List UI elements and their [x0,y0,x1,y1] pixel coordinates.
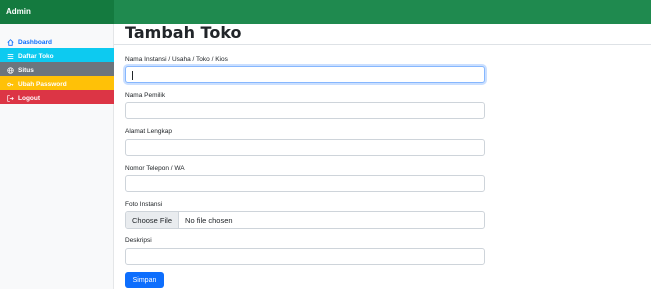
brand-label[interactable]: Admin [0,0,114,24]
sidebar-item-label: Logout [18,95,41,102]
globe-icon [7,67,14,74]
sidebar-item-daftar-toko[interactable]: Daftar Toko [0,48,114,62]
foto-label: Foto Instansi [125,201,163,208]
sidebar-item-label: Situs [18,67,34,74]
file-status-text: No file chosen [185,215,233,225]
sidebar-item-ubah-password[interactable]: Ubah Password [0,76,114,90]
deskripsi-input[interactable] [125,248,485,265]
alamat-input[interactable] [125,139,485,156]
top-navbar: Admin [0,0,651,24]
key-icon [7,81,14,88]
page-header: Tambah Toko [114,23,651,45]
sidebar-item-logout[interactable]: Logout [0,90,114,104]
telepon-input[interactable] [125,175,485,192]
list-icon [7,53,14,60]
logout-icon [7,95,14,102]
home-icon [7,39,14,46]
choose-file-button[interactable]: Choose File [126,212,180,228]
alamat-label: Alamat Lengkap [125,128,172,135]
sidebar-item-label: Ubah Password [18,81,67,88]
main-content: Tambah Toko Nama Instansi / Usaha / Toko… [114,23,651,289]
sidebar-item-label: Dashboard [18,39,52,46]
sidebar: Dashboard Daftar Toko Situs Ubah Passwor… [0,24,114,289]
sidebar-item-label: Daftar Toko [18,53,54,60]
nama-pemilik-label: Nama Pemilik [125,92,166,99]
sidebar-item-dashboard[interactable]: Dashboard [0,34,114,48]
nama-instansi-label: Nama Instansi / Usaha / Toko / Kios [125,56,228,63]
deskripsi-label: Deskripsi [125,237,152,244]
app-window: Admin Dashboard Daftar Toko Situs Ubah P… [0,0,651,289]
foto-file-input[interactable]: Choose File No file chosen [125,211,485,229]
telepon-label: Nomor Telepon / WA [125,165,185,172]
text-caret [132,71,133,80]
sidebar-item-situs[interactable]: Situs [0,62,114,76]
simpan-button[interactable]: Simpan [125,272,164,288]
page-title: Tambah Toko [125,23,242,42]
nama-pemilik-input[interactable] [125,102,485,119]
nama-instansi-input[interactable] [125,66,485,83]
